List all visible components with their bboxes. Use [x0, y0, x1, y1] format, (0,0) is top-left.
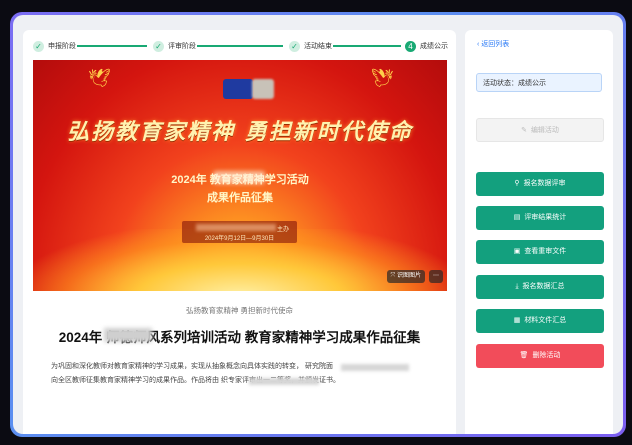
pencil-icon: ✎ — [521, 127, 527, 134]
step-label: 活动结束 — [304, 43, 332, 50]
step-connector — [197, 45, 283, 47]
file-icon: ▣ — [513, 248, 521, 255]
banner-subtitle-2: 成果作品征集 — [207, 192, 273, 204]
banner-organizer: 主办 — [277, 227, 290, 233]
blurred-region — [341, 364, 409, 371]
trash-icon: 🗑 — [519, 352, 529, 359]
chart-icon: ▤ — [513, 214, 521, 221]
banner-date-box: 主办 2024年9月12日—9月30日 — [182, 221, 297, 243]
check-icon: ✓ — [289, 40, 300, 52]
blurred-region — [249, 378, 319, 385]
step-review: ✓ 评审阶段 — [153, 38, 196, 54]
step-apply: ✓ 申报阶段 — [33, 38, 76, 54]
banner-date: 2024年9月12日—9月30日 — [204, 236, 275, 242]
review-results-button[interactable]: ▤ 评审结果统计 — [476, 206, 604, 230]
check-icon: ✓ — [153, 40, 164, 52]
download-icon: ⤓ — [515, 283, 519, 290]
export-registrations-button[interactable]: ⤓ 报名数据汇总 — [476, 275, 604, 299]
app-container: ✓ 申报阶段 ✓ 评审阶段 ✓ 活动结束 4 成绩公示 🕊 🕊 弘扬教育家精神 … — [13, 15, 623, 434]
swallow-icon: 🕊 — [371, 68, 394, 88]
action-sidebar: ‹ 返回列表 活动状态：成绩公示 ✎ 编辑活动 ⚲ 报名数据评审 ▤ 评审结果统计 ▣… — [465, 30, 613, 434]
step-connector — [77, 45, 147, 47]
banner-headline: 弘扬教育家精神 勇担新时代使命 — [67, 119, 413, 145]
pin-icon: ⚲ — [514, 180, 520, 187]
review-registrations-button[interactable]: ⚲ 报名数据评审 — [476, 172, 604, 196]
logo — [223, 79, 253, 99]
delete-activity-button[interactable]: 🗑 删除活动 — [476, 344, 604, 368]
progress-steps: ✓ 申报阶段 ✓ 评审阶段 ✓ 活动结束 4 成绩公示 — [33, 38, 453, 54]
blurred-region — [196, 224, 276, 231]
back-link[interactable]: ‹ 返回列表 — [477, 39, 509, 49]
check-icon: ✓ — [33, 40, 44, 52]
swallow-icon: 🕊 — [88, 68, 111, 88]
activity-title: 2024年 师德师风系列培训活动 教育家精神学习成果作品征集 — [58, 330, 421, 345]
more-button[interactable]: ⋯ — [429, 270, 443, 283]
step-label: 评审阶段 — [168, 43, 196, 50]
collect-materials-button[interactable]: ▦ 材料文件汇总 — [476, 309, 604, 333]
blurred-region — [104, 328, 152, 342]
banner-caption: 弘扬教育家精神 勇担新时代使命 — [185, 306, 294, 315]
window-frame: ✓ 申报阶段 ✓ 评审阶段 ✓ 活动结束 4 成绩公示 🕊 🕊 弘扬教育家精神 … — [10, 12, 626, 437]
step-connector — [333, 45, 401, 47]
identify-image-button[interactable]: ⤧ 识图图片 — [386, 270, 425, 283]
step-label: 成绩公示 — [420, 43, 448, 50]
step-number-badge: 4 — [405, 40, 416, 52]
status-field: 活动状态：成绩公示 — [476, 73, 602, 92]
step-publish: 4 成绩公示 — [405, 38, 448, 54]
description-line: 向全区教师征集教育家精神学习的成果作品。作品将由 织专家评审出一二等奖，并颁发证… — [51, 377, 340, 384]
edit-activity-button[interactable]: ✎ 编辑活动 — [476, 118, 604, 142]
blurred-region — [252, 79, 274, 99]
activity-banner-image: 🕊 🕊 弘扬教育家精神 勇担新时代使命 2024年 教育家精神学习活动 成果作品… — [33, 60, 447, 291]
step-label: 申报阶段 — [48, 43, 76, 50]
doc-icon: ▦ — [513, 317, 521, 324]
step-ended: ✓ 活动结束 — [289, 38, 332, 54]
main-panel: ✓ 申报阶段 ✓ 评审阶段 ✓ 活动结束 4 成绩公示 🕊 🕊 弘扬教育家精神 … — [23, 30, 456, 434]
view-files-button[interactable]: ▣ 查看重审文件 — [476, 240, 604, 264]
blurred-region — [213, 171, 265, 184]
